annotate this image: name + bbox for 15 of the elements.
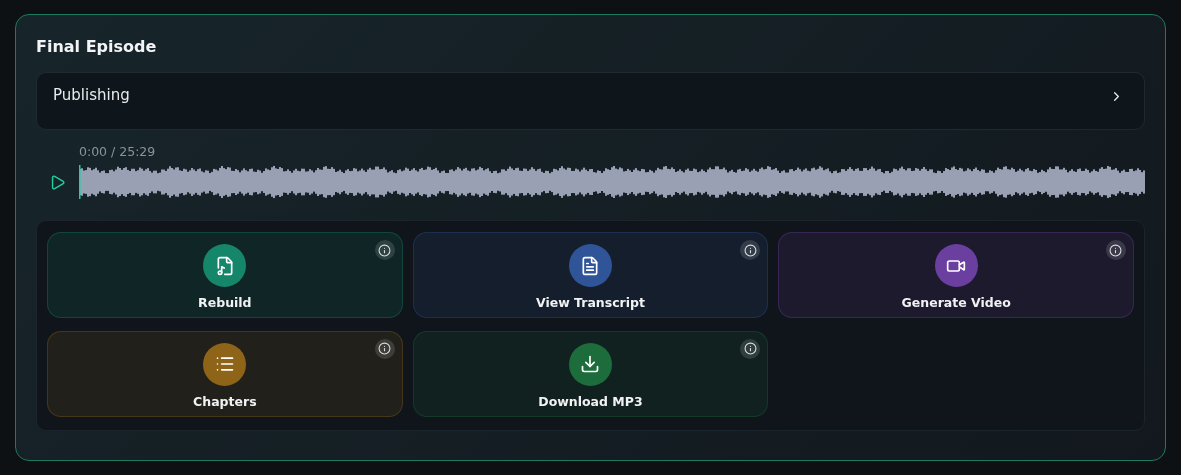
- action-button[interactable]: Download MP3: [412, 330, 769, 417]
- action-button[interactable]: Generate Video: [778, 232, 1134, 318]
- info-icon[interactable]: [374, 338, 395, 359]
- action-button[interactable]: Chapters: [47, 330, 403, 417]
- info-icon[interactable]: [740, 338, 761, 359]
- play-icon: [49, 173, 66, 191]
- episode-title: Final Episode: [36, 37, 158, 56]
- action-button[interactable]: Rebuild: [47, 232, 403, 318]
- info-icon[interactable]: [740, 240, 761, 260]
- playback-time: 0:00 / 25:29: [79, 144, 157, 159]
- info-icon[interactable]: [374, 240, 395, 260]
- action-button[interactable]: View Transcript: [412, 232, 769, 318]
- publishing-section[interactable]: Publishing: [36, 72, 1145, 130]
- info-icon[interactable]: [1106, 240, 1126, 260]
- waveform[interactable]: [79, 165, 1145, 199]
